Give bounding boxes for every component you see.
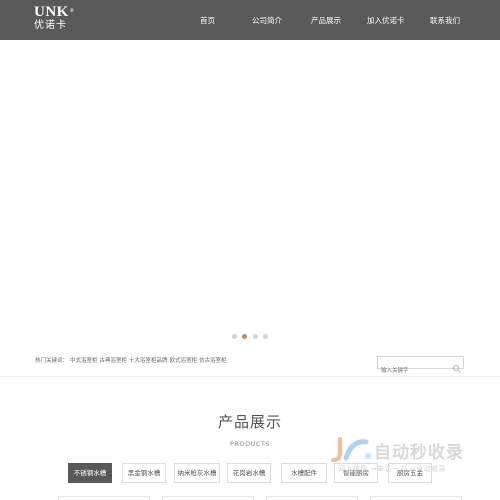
hero-banner xyxy=(0,40,500,350)
search-input[interactable] xyxy=(378,365,450,377)
hot-keywords: 热门关键词： 中式浴室柜 古典浴室柜 十大浴室柜品牌 欧式浴室柜 仿古浴室柜 xyxy=(35,356,229,364)
keyword-link[interactable]: 欧式浴室柜 xyxy=(170,358,198,364)
nav-item-about[interactable]: 公司简介 xyxy=(252,15,282,26)
tab-sink-accessories[interactable]: 水槽配件 xyxy=(281,463,327,483)
nav-item-join[interactable]: 加入优诺卡 xyxy=(367,15,405,26)
tab-granite-sink[interactable]: 花岗岩水槽 xyxy=(227,463,271,483)
carousel-dot-4[interactable] xyxy=(263,334,268,339)
keyword-link[interactable]: 十大浴室柜品牌 xyxy=(129,358,168,364)
product-card[interactable] xyxy=(58,496,150,500)
watermark-logo-icon xyxy=(331,437,371,462)
product-card[interactable] xyxy=(162,496,254,500)
tab-stainless-sink[interactable]: 不锈钢水槽 xyxy=(68,463,112,483)
search-box xyxy=(377,356,464,377)
search-button[interactable] xyxy=(452,358,462,373)
keyword-link[interactable]: 古典浴室柜 xyxy=(100,358,128,364)
main-nav: 首页 公司简介 产品展示 加入优诺卡 联系我们 xyxy=(0,0,500,40)
hot-keywords-label: 热门关键词： xyxy=(35,358,69,364)
product-card[interactable] xyxy=(370,496,462,500)
nav-item-home[interactable]: 首页 xyxy=(200,15,215,26)
search-icon xyxy=(453,365,461,373)
product-card[interactable] xyxy=(266,496,358,500)
watermark-subtext: 网上链接 →来访一次 →自动收录 xyxy=(338,465,447,473)
carousel-dot-1[interactable] xyxy=(232,334,237,339)
products-title: 产品展示 xyxy=(217,413,282,431)
watermark-badge: 自动秒收录 网上链接 →来访一次 →自动收录 xyxy=(328,436,488,476)
keyword-link[interactable]: 仿古浴室柜 xyxy=(199,358,227,364)
carousel-dot-2[interactable] xyxy=(242,334,247,339)
section-divider xyxy=(0,376,500,377)
nav-item-contact[interactable]: 联系我们 xyxy=(430,15,460,26)
tab-nano-gunmetal-sink[interactable]: 纳米枪灰水槽 xyxy=(174,463,220,483)
keyword-link[interactable]: 中式浴室柜 xyxy=(70,358,98,364)
nav-item-products[interactable]: 产品展示 xyxy=(311,15,341,26)
tab-black-gold-sink[interactable]: 黑金钢水槽 xyxy=(122,463,166,483)
carousel-dot-3[interactable] xyxy=(253,334,258,339)
site-header: UNK® 优诺卡 首页 公司简介 产品展示 加入优诺卡 联系我们 xyxy=(0,0,500,40)
watermark-text: 自动秒收录 xyxy=(374,443,464,463)
